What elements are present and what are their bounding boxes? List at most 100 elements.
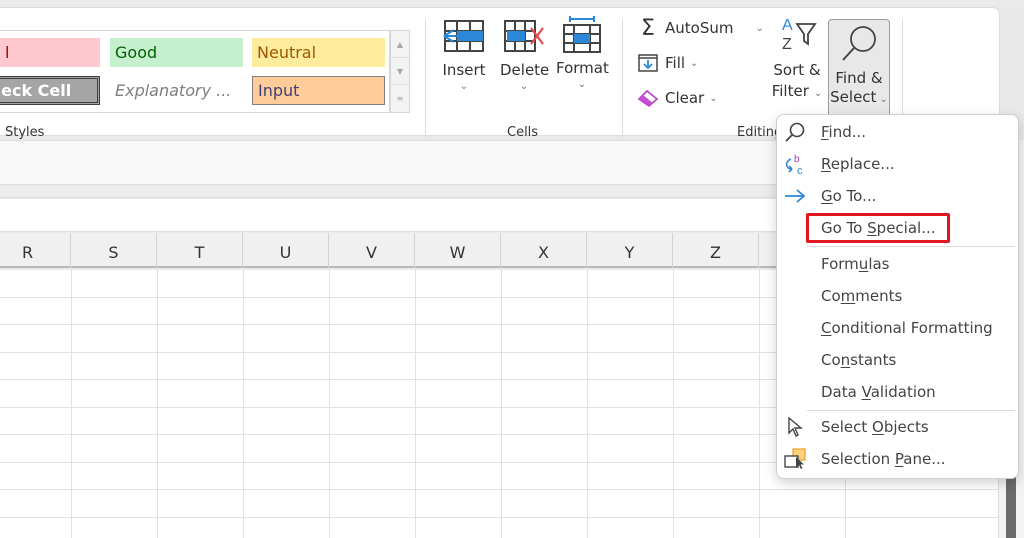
format-label: Format (556, 59, 609, 77)
gridline-vertical (71, 270, 72, 538)
format-cells-icon (563, 16, 601, 53)
column-header-r[interactable]: R (0, 233, 71, 268)
menu-item-conditional-formatting[interactable]: Conditional Formatting (777, 313, 1020, 343)
menu-item-label: Constants (821, 351, 897, 369)
vertical-scroll-thumb[interactable] (1006, 470, 1016, 538)
find-select-button[interactable]: Find & Select ⌄ (828, 19, 890, 119)
gallery-scroll: ▲ ▼ ≡ (390, 30, 410, 113)
magnifier-icon (842, 26, 876, 61)
insert-cells-icon (443, 20, 484, 52)
svg-text:b: b (794, 154, 800, 165)
replace-icon: bc (783, 152, 807, 176)
cells-group-label: Cells (507, 125, 539, 140)
sort-filter-label-2: Filter ⌄ (771, 82, 823, 100)
ribbon-top-strip (0, 0, 1024, 7)
clear-button[interactable]: Clear ⌄ (637, 87, 718, 109)
find-select-menu: Find... bc Replace... Go To... Go To Spe… (776, 114, 1019, 479)
menu-item-comments[interactable]: Comments (777, 281, 1020, 311)
find-select-label-1: Find & (835, 69, 883, 87)
format-button[interactable]: Format ⌄ (556, 16, 609, 90)
gridline-vertical (329, 270, 330, 538)
menu-item-select-objects[interactable]: Select Objects (777, 412, 1020, 442)
delete-button[interactable]: Delete ⌄ (500, 19, 550, 92)
menu-item-constants[interactable]: Constants (777, 345, 1020, 375)
arrow-right-icon (783, 184, 807, 208)
chevron-down-icon: ⌄ (690, 57, 699, 69)
gallery-scroll-up-button[interactable]: ▲ (391, 31, 409, 58)
gridline-vertical (415, 270, 416, 538)
gridline-vertical (501, 270, 502, 538)
style-input[interactable]: Input (252, 76, 385, 105)
menu-item-label: Select Objects (821, 418, 929, 436)
svg-text:Z: Z (782, 36, 792, 52)
autosum-label: AutoSum (665, 19, 734, 37)
column-header-y[interactable]: Y (587, 233, 673, 268)
column-header-w[interactable]: W (415, 233, 501, 268)
menu-item-go-to-special[interactable]: Go To Special... (777, 213, 1020, 243)
menu-item-label: Go To... (821, 187, 877, 205)
menu-item-label: Formulas (821, 255, 890, 273)
menu-item-label: Find... (821, 123, 867, 141)
column-header-t[interactable]: T (157, 233, 243, 268)
eraser-icon (637, 87, 659, 109)
column-header-v[interactable]: V (329, 233, 415, 268)
menu-item-replace[interactable]: bc Replace... (777, 149, 1020, 179)
svg-text:c: c (797, 165, 803, 176)
chevron-down-icon: ⌄ (577, 79, 587, 90)
menu-separator (807, 246, 1015, 247)
gridline-horizontal (0, 489, 998, 490)
column-header-u[interactable]: U (243, 233, 329, 268)
chevron-down-icon: ⌄ (459, 81, 469, 92)
delete-label: Delete (500, 61, 550, 79)
column-header-s[interactable]: S (71, 233, 157, 268)
style-neutral[interactable]: Neutral (252, 38, 385, 67)
cursor-icon (783, 415, 807, 439)
clear-label: Clear (665, 89, 705, 107)
fill-button[interactable]: Fill ⌄ (637, 52, 698, 74)
chevron-down-icon: ⌄ (755, 22, 764, 34)
menu-item-go-to[interactable]: Go To... (777, 181, 1020, 211)
sort-filter-icon: A Z (782, 17, 817, 53)
gallery-scroll-down-button[interactable]: ▼ (391, 58, 409, 85)
menu-item-label: Comments (821, 287, 903, 305)
style-explanatory[interactable]: Explanatory ... (110, 76, 243, 105)
gridline-horizontal (0, 517, 998, 518)
menu-separator (807, 410, 1015, 411)
gridline-vertical (243, 270, 244, 538)
menu-item-find[interactable]: Find... (777, 117, 1020, 147)
gridline-vertical (759, 270, 760, 538)
gridline-vertical (587, 270, 588, 538)
autosum-button[interactable]: Σ AutoSum ⌄ (637, 15, 764, 41)
group-separator (425, 20, 426, 138)
chevron-down-icon: ⌄ (879, 94, 888, 105)
menu-item-selection-pane[interactable]: Selection Pane... (777, 444, 1020, 474)
chevron-down-icon: ⌄ (519, 81, 529, 92)
sigma-icon: Σ (641, 15, 655, 41)
gallery-more-button[interactable]: ≡ (391, 85, 409, 112)
insert-label: Insert (442, 61, 486, 79)
gridline-vertical (157, 270, 158, 538)
style-good[interactable]: Good (110, 38, 243, 67)
gridline-vertical (673, 270, 674, 538)
insert-button[interactable]: Insert ⌄ (440, 19, 488, 92)
delete-cells-icon (504, 20, 544, 52)
svg-text:A: A (782, 17, 793, 34)
style-bad[interactable]: l (0, 38, 100, 67)
search-icon (783, 120, 807, 144)
chevron-down-icon: ⌄ (813, 88, 823, 99)
sort-filter-button[interactable]: A Z Sort & Filter ⌄ (770, 14, 824, 103)
selection-pane-icon (783, 447, 807, 471)
sort-filter-label-1: Sort & (773, 61, 821, 79)
fill-label: Fill (665, 54, 686, 72)
menu-item-label: Selection Pane... (821, 450, 946, 468)
menu-item-label: Replace... (821, 155, 895, 173)
style-check-cell[interactable]: Check Cell (0, 76, 100, 105)
column-header-z[interactable]: Z (673, 233, 759, 268)
styles-group-label: Styles (5, 125, 45, 140)
menu-item-formulas[interactable]: Formulas (777, 249, 1020, 279)
column-header-x[interactable]: X (501, 233, 587, 268)
group-separator (622, 20, 623, 138)
menu-item-data-validation[interactable]: Data Validation (777, 377, 1020, 407)
fill-down-icon (637, 52, 659, 74)
find-select-label-2: Select ⌄ (830, 88, 888, 106)
